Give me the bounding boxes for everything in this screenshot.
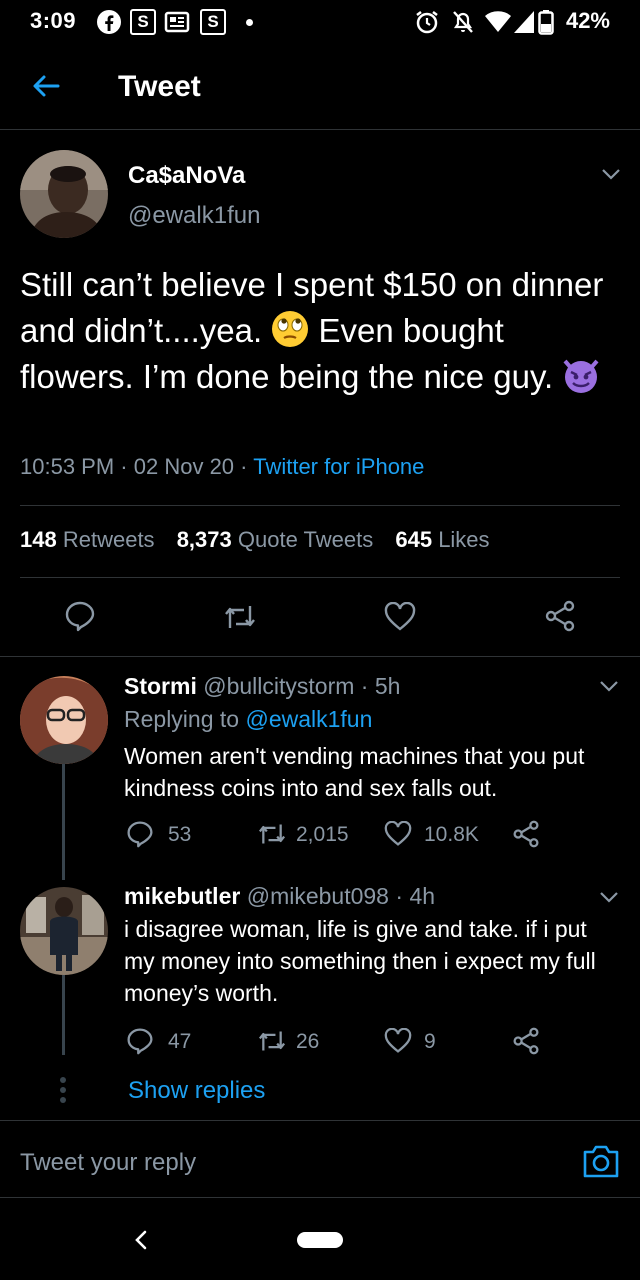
reply-avatar[interactable] [20, 676, 108, 764]
retweet-count: 2,015 [296, 823, 349, 846]
reply-menu-chevron-down-icon[interactable] [598, 889, 620, 905]
tweet-date: 02 Nov 20 [133, 454, 235, 479]
tweet-time: 10:53 PM [20, 454, 115, 479]
retweets-count: 148 [20, 527, 57, 552]
thread-dot [60, 1097, 66, 1103]
news-icon [164, 9, 190, 35]
divider [20, 505, 620, 506]
reply-icon[interactable] [126, 1027, 154, 1055]
reply-text: i disagree woman, life is give and take.… [124, 916, 596, 1006]
share-icon[interactable] [544, 600, 576, 632]
meta-separator: · [120, 454, 134, 479]
quotes-label: Quote Tweets [237, 527, 374, 552]
tweet-stats: 148 Retweets 8,373 Quote Tweets 645 Like… [20, 527, 490, 553]
back-arrow-icon[interactable] [30, 70, 62, 102]
s-app-icon-2: S [200, 9, 226, 35]
meta-separator: · [240, 454, 254, 479]
like-count: 10.8K [424, 823, 479, 846]
author-handle[interactable]: @ewalk1fun [128, 202, 260, 230]
smiling-devil-emoji-icon [562, 356, 600, 394]
rolling-eyes-emoji-icon [271, 310, 309, 348]
retweet-icon[interactable] [222, 602, 258, 632]
reply-menu-chevron-down-icon[interactable] [598, 678, 620, 694]
reply-author-name[interactable]: mikebutler [124, 883, 240, 909]
reply-count: 47 [168, 1030, 192, 1053]
home-pill-button[interactable] [297, 1232, 343, 1248]
s-app-icon: S [130, 9, 156, 35]
battery-icon [538, 9, 564, 35]
divider [0, 656, 640, 657]
meta-separator: · [360, 673, 369, 699]
page-title: Tweet [118, 70, 201, 103]
reply-count: 53 [168, 823, 192, 846]
reply-header: mikebutler @mikebut098 · 4h [124, 883, 435, 910]
tweet-meta: 10:53 PM · 02 Nov 20 · Twitter for iPhon… [20, 454, 424, 480]
like-count: 9 [424, 1030, 436, 1053]
reply-age: 5h [374, 673, 401, 699]
tweet-source-link[interactable]: Twitter for iPhone [253, 454, 424, 479]
share-icon[interactable] [512, 1027, 540, 1055]
reply-input[interactable]: Tweet your reply [20, 1149, 196, 1177]
reply-icon[interactable] [64, 600, 96, 632]
tweet-menu-chevron-down-icon[interactable] [600, 166, 622, 182]
status-time: 3:09 [30, 8, 77, 33]
reply-age: 4h [409, 883, 436, 909]
tweet-text-part-1: Still can’t believe I spent $150 on dinn… [20, 266, 604, 349]
reply-composer: Tweet your reply [0, 1120, 640, 1198]
replying-to-prefix: Replying to [124, 706, 240, 732]
replying-to-handle[interactable]: @ewalk1fun [245, 706, 372, 732]
like-heart-icon[interactable] [384, 602, 416, 632]
notification-dot-icon [246, 19, 253, 26]
reply-header: Stormi @bullcitystorm · 5h [124, 673, 400, 700]
author-name[interactable]: Ca$aNoVa [128, 162, 245, 190]
quotes-stat[interactable]: 8,373 Quote Tweets [177, 527, 374, 552]
like-heart-icon[interactable] [384, 1028, 412, 1054]
share-icon[interactable] [512, 820, 540, 848]
thread-line [62, 764, 65, 880]
top-app-bar: Tweet [0, 44, 640, 130]
nav-back-chevron-icon[interactable] [132, 1230, 150, 1250]
mute-bell-icon [450, 9, 476, 35]
reply-author-handle[interactable]: @bullcitystorm [203, 673, 354, 699]
camera-icon[interactable] [582, 1143, 620, 1179]
retweets-stat[interactable]: 148 Retweets [20, 527, 155, 552]
wifi-icon [484, 9, 511, 35]
cell-signal-icon [512, 9, 538, 35]
reply-icon[interactable] [126, 820, 154, 848]
retweet-count: 26 [296, 1030, 320, 1053]
thread-dot [60, 1087, 66, 1093]
reply-author-name[interactable]: Stormi [124, 673, 197, 699]
system-nav-bar [0, 1198, 640, 1280]
reply-text: Women aren't vending machines that you p… [124, 743, 585, 801]
retweet-icon[interactable] [256, 821, 288, 847]
likes-label: Likes [438, 527, 490, 552]
reply-avatar[interactable] [20, 887, 108, 975]
meta-separator: · [395, 883, 404, 909]
likes-count: 645 [395, 527, 433, 552]
divider [20, 577, 620, 578]
thread-dot [60, 1077, 66, 1083]
quotes-count: 8,373 [176, 527, 232, 552]
battery-percent: 42% [565, 8, 610, 33]
replying-to: Replying to @ewalk1fun [124, 706, 372, 733]
like-heart-icon[interactable] [384, 821, 412, 847]
tweet-text: Still can’t believe I spent $150 on dinn… [20, 262, 620, 400]
retweets-label: Retweets [62, 527, 155, 552]
reply-author-handle[interactable]: @mikebut098 [247, 883, 389, 909]
likes-stat[interactable]: 645 Likes [395, 527, 489, 552]
author-avatar[interactable] [20, 150, 108, 238]
thread-line [62, 975, 65, 1055]
status-bar: 3:09 S S 42% [0, 0, 640, 44]
show-replies-link[interactable]: Show replies [128, 1077, 265, 1105]
facebook-icon [96, 9, 122, 35]
retweet-icon[interactable] [256, 1028, 288, 1054]
alarm-icon [414, 9, 440, 35]
